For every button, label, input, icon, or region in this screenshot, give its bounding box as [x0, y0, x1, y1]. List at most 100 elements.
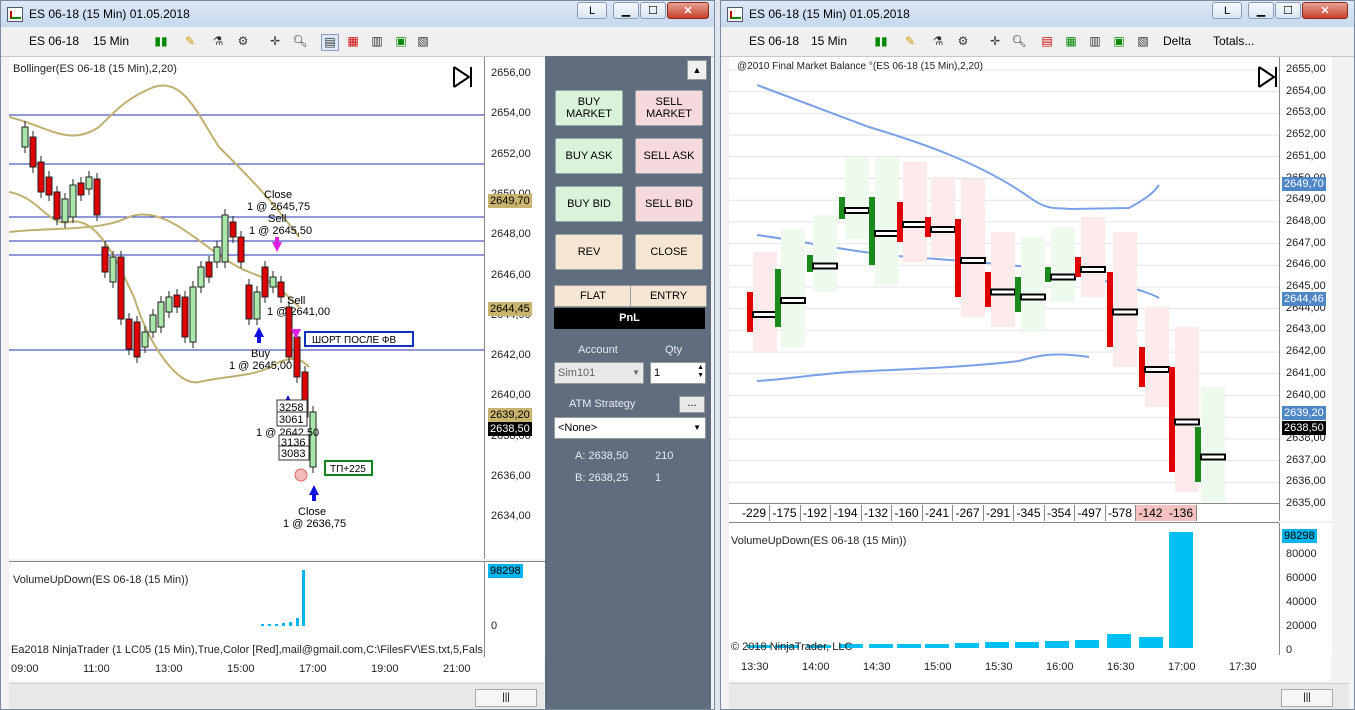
layout-button[interactable]: L	[577, 2, 607, 19]
close-button[interactable]: ✕	[667, 2, 709, 19]
crosshair-icon[interactable]: ✛	[987, 34, 1003, 49]
crosshair-icon[interactable]: ✛	[267, 34, 283, 49]
footprint-cell	[875, 157, 899, 285]
time-tick: 17:00	[299, 663, 327, 675]
volume-bar	[1169, 532, 1193, 648]
footprint-cell	[753, 252, 777, 352]
zoom-icon[interactable]: 🔍︎	[1011, 34, 1027, 49]
atm-more-button[interactable]: ...	[679, 396, 705, 413]
price-tick: 2642,00	[491, 349, 531, 362]
volume-tick: 20000	[1286, 620, 1317, 632]
left-scroll-thumb[interactable]: |||	[475, 689, 537, 707]
templates-icon[interactable]: ▧	[415, 34, 431, 49]
order-icon[interactable]: ▦	[1063, 34, 1079, 49]
poc-marker	[930, 226, 956, 233]
price-tag-upper-band: 2649,70	[488, 194, 532, 208]
delta-cell: -132	[861, 505, 892, 521]
instrument-selector[interactable]: ES 06-18	[749, 34, 799, 48]
price-tick: 2637,00	[1286, 453, 1326, 466]
draw-pencil-icon[interactable]: ✎	[182, 34, 198, 49]
data-box-icon[interactable]: ▣	[1111, 34, 1127, 49]
take-profit-box[interactable]: ТП+225	[324, 460, 373, 476]
price-tag-last: 2638,50	[488, 422, 532, 436]
right-scrollbar[interactable]: |||	[729, 683, 1349, 709]
entry-button[interactable]: ENTRY	[630, 285, 707, 307]
layout-button[interactable]: L	[1212, 2, 1242, 19]
indicator-icon[interactable]: ⚗	[210, 34, 226, 49]
candle	[245, 284, 253, 320]
left-time-axis[interactable]: 09:00 11:00 13:00 15:00 17:00 19:00 21:00	[9, 657, 544, 681]
left-price-axis[interactable]: 2656,002654,002652,002650,002648,002646,…	[484, 57, 545, 559]
close-button[interactable]: ✕	[1302, 2, 1348, 19]
instrument-selector[interactable]: ES 06-18	[29, 34, 79, 48]
maximize-button[interactable]: ☐	[1275, 2, 1301, 19]
zoom-icon[interactable]: 🔍︎	[292, 34, 308, 49]
right-volume-panel[interactable]: VolumeUpDown(ES 06-18 (15 Min)) © 2018 N…	[729, 523, 1279, 655]
collapse-panel-icon[interactable]	[453, 66, 472, 88]
interval-selector[interactable]: 15 Min	[811, 34, 847, 48]
trade-button-buy-bid[interactable]: BUY BID	[555, 186, 623, 222]
templates-icon[interactable]: ▧	[1135, 34, 1151, 49]
price-tick: 2654,00	[491, 107, 531, 120]
time-tick: 17:30	[1229, 661, 1257, 673]
account-select[interactable]: Sim101 ▼	[554, 362, 644, 384]
left-titlebar: ES 06-18 (15 Min) 01.05.2018 L ▁ ☐ ✕	[1, 1, 714, 27]
trade-button-sell-market[interactable]: SELL MARKET	[635, 90, 703, 126]
left-scrollbar[interactable]: |||	[9, 683, 544, 709]
left-price-panel[interactable]: Close 1 @ 2645,75 Sell 1 @ 2645,50 Sell …	[8, 57, 484, 559]
trade-button-sell-bid[interactable]: SELL BID	[635, 186, 703, 222]
short-note-box[interactable]: ШОРТ ПОСЛЕ ФВ	[304, 331, 414, 347]
trade-button-rev[interactable]: REV	[555, 234, 623, 270]
qty-stepper-icon[interactable]: ▲ ▼	[697, 364, 704, 380]
candle	[221, 214, 229, 263]
volume-bar	[1045, 641, 1069, 648]
minimize-button[interactable]: ▁	[613, 2, 639, 19]
trade-button-close[interactable]: CLOSE	[635, 234, 703, 270]
chart-app-icon	[727, 7, 743, 22]
interval-selector[interactable]: 15 Min	[93, 34, 129, 48]
right-price-panel[interactable]: @2010 Final Market Balance °(ES 06-18 (1…	[729, 57, 1279, 505]
trade-button-buy-ask[interactable]: BUY ASK	[555, 138, 623, 174]
candle	[237, 236, 245, 263]
candle	[101, 246, 109, 273]
panel-scroll-up-icon[interactable]: ▲	[687, 60, 707, 80]
properties-icon[interactable]: ▥	[369, 34, 385, 49]
order-icon[interactable]: ▦	[345, 34, 361, 49]
right-scroll-thumb[interactable]: |||	[1281, 689, 1333, 707]
poc-marker	[1020, 293, 1046, 301]
maximize-button[interactable]: ☐	[640, 2, 666, 19]
minimize-button[interactable]: ▁	[1248, 2, 1274, 19]
delta-cell: -175	[770, 505, 801, 521]
bar-type-icon[interactable]: ▮▮	[873, 34, 889, 49]
trade-button-buy-market[interactable]: BUY MARKET	[555, 90, 623, 126]
footprint-cell	[845, 157, 869, 239]
totals-dropdown[interactable]: Totals...	[1213, 34, 1254, 48]
strategy-icon[interactable]: ⚙	[235, 34, 251, 49]
price-tick: 2654,00	[1286, 84, 1326, 97]
data-box-icon[interactable]: ▣	[393, 34, 409, 49]
indicator-icon[interactable]: ⚗	[930, 34, 946, 49]
right-price-axis[interactable]: 2655,002654,002653,002652,002651,002650,…	[1279, 57, 1332, 521]
atm-select[interactable]: <None> ▼	[554, 417, 706, 439]
chart-trader-icon[interactable]: ▤	[1039, 34, 1055, 49]
chart-trader-icon[interactable]: ▤	[321, 34, 339, 51]
draw-pencil-icon[interactable]: ✎	[902, 34, 918, 49]
strategy-icon[interactable]: ⚙	[955, 34, 971, 49]
left-volume-panel[interactable]: VolumeUpDown(ES 06-18 (15 Min)) Ea2018 N…	[9, 561, 484, 658]
flat-button[interactable]: FLAT	[554, 285, 632, 307]
candle	[253, 291, 261, 320]
atm-value: <None>	[558, 422, 598, 434]
sell-label-1: Sell	[268, 213, 286, 225]
price-tick: 2653,00	[1286, 106, 1326, 119]
candle	[189, 286, 197, 343]
volume-tag: 98298	[488, 564, 523, 578]
candle	[213, 246, 221, 263]
qty-input[interactable]: 1 ▲ ▼	[650, 362, 706, 384]
chevron-down-icon: ▼	[693, 423, 701, 432]
right-time-axis[interactable]: 13:30 14:00 14:30 15:00 15:30 16:00 16:30 17:00…	[729, 655, 1331, 681]
bar-type-icon[interactable]: ▮▮	[153, 34, 169, 49]
trade-button-sell-ask[interactable]: SELL ASK	[635, 138, 703, 174]
delta-dropdown[interactable]: Delta	[1163, 34, 1191, 48]
properties-icon[interactable]: ▥	[1087, 34, 1103, 49]
volume-tick: 60000	[1286, 572, 1317, 584]
